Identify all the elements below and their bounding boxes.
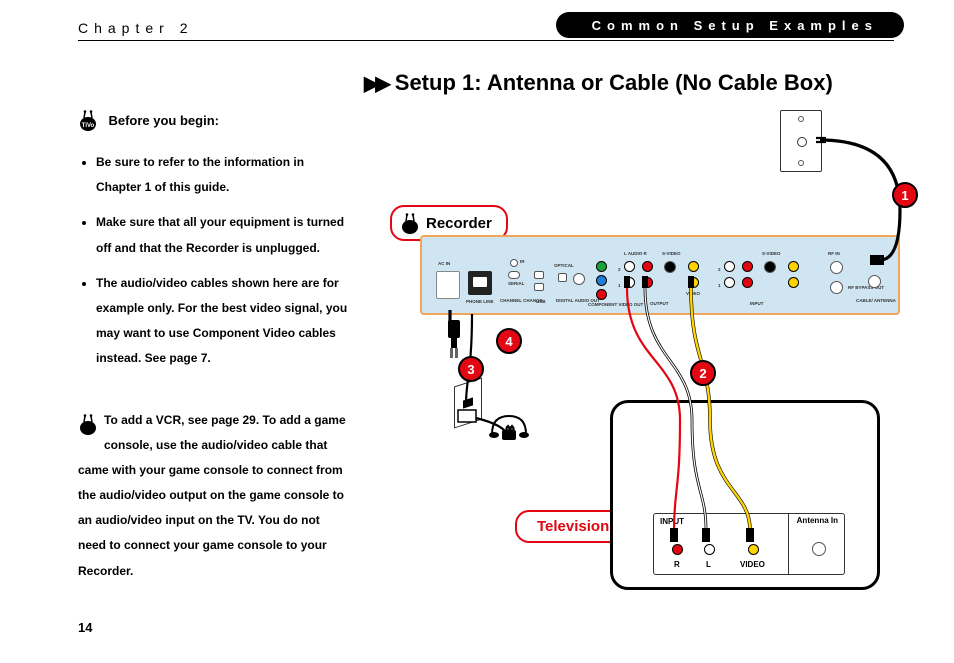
list-item: Be sure to refer to the information in C…: [96, 150, 348, 200]
video-in-port-icon: [788, 261, 799, 272]
port-label: VIDEO: [686, 291, 700, 296]
television-label-text: Television: [537, 518, 609, 535]
svideo-port-icon: [664, 261, 676, 273]
video-in-port-icon: [788, 277, 799, 288]
tv-antenna-port-icon: [812, 542, 826, 556]
step-badge-3: 3: [458, 356, 484, 382]
port-label: 2: [718, 267, 721, 272]
badge-text: 2: [699, 366, 706, 381]
port-label: OPTICAL: [554, 263, 574, 268]
chapter-label: Chapter 2: [78, 20, 193, 36]
setup-diagram: Recorder AC IN PHONE LINE IR SERIAL CHAN…: [380, 110, 920, 600]
audio-l-in-port-icon: [724, 277, 735, 288]
vcr-note: To add a VCR, see page 29. To add a game…: [78, 408, 348, 584]
port-label: COMPONENT VIDEO OUT: [588, 303, 643, 308]
port-label: 1: [718, 283, 721, 288]
audio-l-port-icon: [624, 277, 635, 288]
badge-text: 1: [901, 188, 908, 203]
panel-label: R: [674, 560, 680, 569]
header-rule: [78, 40, 894, 41]
tv-audio-r-port-icon: [672, 544, 683, 555]
list-item: The audio/video cables shown here are fo…: [96, 271, 348, 372]
audio-r-port-icon: [642, 277, 653, 288]
main-heading: ▶▶ Setup 1: Antenna or Cable (No Cable B…: [364, 70, 833, 96]
rf-bypass-port-icon: [830, 281, 843, 294]
video-out-port-icon: [688, 277, 699, 288]
double-play-icon: ▶▶: [364, 71, 387, 96]
rf-in-port-icon: [830, 261, 843, 274]
tv-input-panel-icon: INPUT Antenna In R L VIDEO: [653, 513, 845, 575]
component-y-port-icon: [596, 261, 607, 272]
heading-text: Setup 1: Antenna or Cable (No Cable Box): [395, 70, 833, 96]
audio-l-in-port-icon: [724, 261, 735, 272]
section-title: Common Setup Examples: [592, 18, 878, 33]
page-number: 14: [78, 620, 92, 635]
port-label: USB: [536, 299, 546, 304]
tivo-logo-icon: TiVo: [78, 108, 98, 132]
svideo-in-port-icon: [764, 261, 776, 273]
recorder-device-icon: AC IN PHONE LINE IR SERIAL CHANNEL CHANG…: [420, 235, 900, 315]
usb-port-icon: [534, 271, 544, 279]
phone-line-port-icon: [468, 271, 492, 295]
port-label: INPUT: [750, 301, 764, 306]
port-label: S-VIDEO: [762, 251, 781, 256]
before-you-begin-title: Before you begin:: [108, 113, 219, 128]
audio-l-port-icon: [624, 261, 635, 272]
panel-label: INPUT: [660, 517, 684, 526]
optical-port-icon: [558, 273, 567, 282]
tivo-logo-icon: [78, 412, 98, 436]
port-label: AC IN: [438, 261, 450, 266]
list-item: Make sure that all your equipment is tur…: [96, 210, 348, 260]
port-label: OUTPUT: [650, 301, 669, 306]
tv-video-port-icon: [748, 544, 759, 555]
step-badge-2: 2: [690, 360, 716, 386]
port-label: S-VIDEO: [662, 251, 681, 256]
cable-antenna-port-icon: [868, 275, 881, 288]
audio-r-in-port-icon: [742, 277, 753, 288]
phone-wall-jack-icon: [454, 377, 482, 428]
telephone-handset-icon: [488, 410, 530, 442]
page: Chapter 2 Common Setup Examples TiVo Bef…: [0, 0, 954, 663]
usb-port-icon: [534, 283, 544, 291]
audio-r-port-icon: [642, 261, 653, 272]
ac-in-port-icon: [436, 271, 460, 299]
note-text: To add a VCR, see page 29. To add a game…: [78, 413, 346, 578]
audio-r-in-port-icon: [742, 261, 753, 272]
port-label: 1: [618, 283, 621, 288]
port-label: SERIAL: [508, 281, 525, 286]
panel-label: Antenna In: [797, 517, 838, 525]
svg-text:TiVo: TiVo: [82, 123, 95, 129]
recorder-label-text: Recorder: [426, 215, 492, 232]
power-plug-icon: [444, 320, 464, 360]
step-badge-4: 4: [496, 328, 522, 354]
badge-text: 3: [467, 362, 474, 377]
tivo-logo-icon: [400, 211, 420, 235]
sidebar: TiVo Before you begin: Be sure to refer …: [78, 108, 348, 584]
television-device-icon: INPUT Antenna In R L VIDEO: [610, 400, 880, 590]
serial-port-icon: [508, 271, 520, 279]
component-pr-port-icon: [596, 289, 607, 300]
port-label: RF IN: [828, 251, 840, 256]
tv-audio-l-port-icon: [704, 544, 715, 555]
port-label: L AUDIO R: [624, 251, 647, 256]
component-pb-port-icon: [596, 275, 607, 286]
badge-text: 4: [505, 334, 512, 349]
port-label: PHONE LINE: [466, 299, 494, 304]
port-label: IR: [520, 259, 525, 264]
section-header: Common Setup Examples: [556, 12, 904, 38]
video-out-port-icon: [688, 261, 699, 272]
panel-label: VIDEO: [740, 560, 765, 569]
port-label: CABLE/ ANTENNA: [856, 299, 896, 304]
before-begin-list: Be sure to refer to the information in C…: [78, 150, 348, 372]
coax-digital-audio-icon: [573, 273, 585, 285]
wall-antenna-plate-icon: [780, 110, 822, 172]
port-label: 2: [618, 267, 621, 272]
step-badge-1: 1: [892, 182, 918, 208]
panel-label: L: [706, 560, 711, 569]
ir-port-icon: [510, 259, 518, 267]
